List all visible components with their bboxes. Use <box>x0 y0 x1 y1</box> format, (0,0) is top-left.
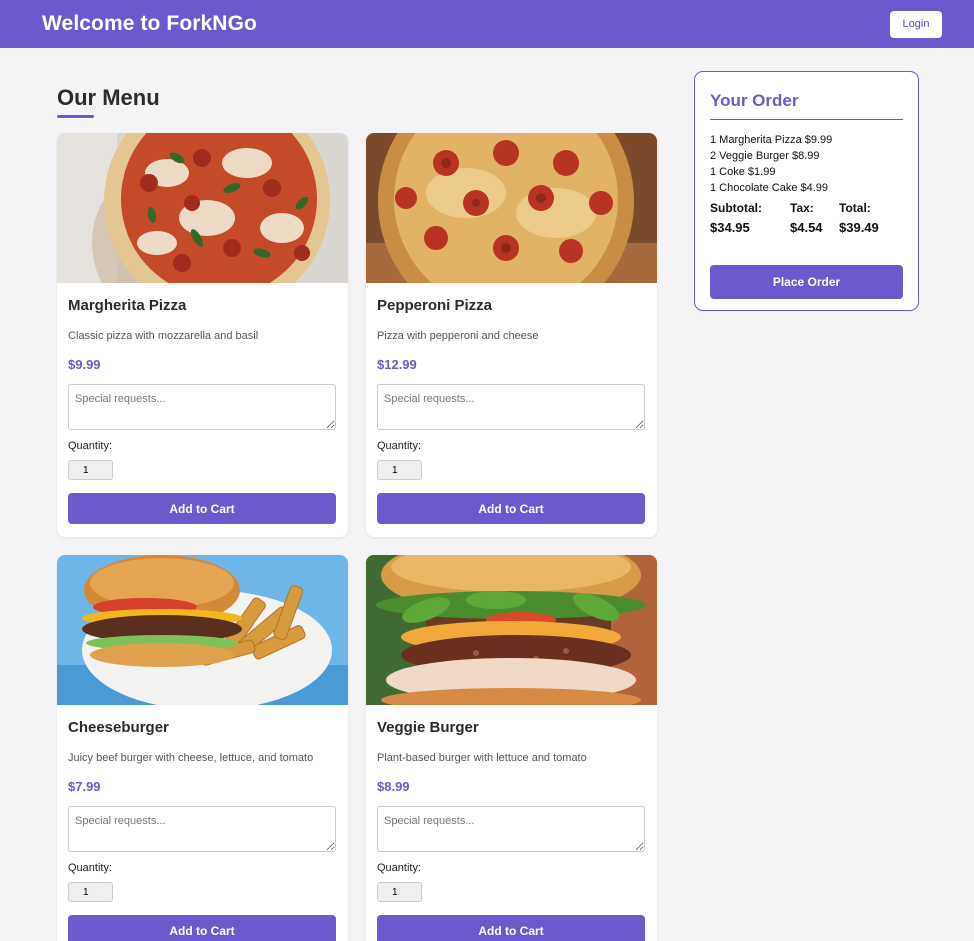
item-price: $12.99 <box>377 357 417 372</box>
quantity-input[interactable] <box>68 460 113 480</box>
menu-item-card: Pepperoni Pizza Pizza with pepperoni and… <box>366 133 657 537</box>
add-to-cart-button[interactable]: Add to Cart <box>68 493 336 524</box>
menu-item-card: Cheeseburger Juicy beef burger with chee… <box>57 555 348 941</box>
subtotal-block: Subtotal: $34.95 <box>710 198 790 238</box>
add-to-cart-button[interactable]: Add to Cart <box>377 915 645 941</box>
quantity-label: Quantity: <box>68 440 113 452</box>
menu-heading: Our Menu <box>57 85 160 110</box>
veggie-burger-image <box>366 555 657 705</box>
quantity-input[interactable] <box>377 882 422 902</box>
pepperoni-pizza-image <box>366 133 657 283</box>
site-title: Welcome to ForkNGo <box>42 12 257 35</box>
total-label: Total: <box>839 201 871 215</box>
order-summary-panel: Your Order 1 Margherita Pizza $9.99 2 Ve… <box>694 71 919 311</box>
menu-heading-underline <box>57 115 94 118</box>
item-name: Pepperoni Pizza <box>377 297 493 314</box>
tax-value: $4.54 <box>790 220 823 235</box>
special-requests-input[interactable] <box>68 384 336 430</box>
add-to-cart-button[interactable]: Add to Cart <box>377 493 645 524</box>
subtotal-value: $34.95 <box>710 220 750 235</box>
menu-item-card: Veggie Burger Plant-based burger with le… <box>366 555 657 941</box>
item-price: $7.99 <box>68 779 101 794</box>
item-price: $9.99 <box>68 357 101 372</box>
add-to-cart-button[interactable]: Add to Cart <box>68 915 336 941</box>
order-line: 1 Coke $1.99 <box>710 166 776 178</box>
margherita-pizza-image <box>57 133 348 283</box>
item-price: $8.99 <box>377 779 410 794</box>
order-divider <box>710 119 903 120</box>
total-value: $39.49 <box>839 220 879 235</box>
order-line: 2 Veggie Burger $8.99 <box>710 150 820 162</box>
special-requests-input[interactable] <box>377 806 645 852</box>
item-description: Classic pizza with mozzarella and basil <box>68 330 259 342</box>
item-name: Margherita Pizza <box>68 297 187 314</box>
cheeseburger-image <box>57 555 348 705</box>
total-block: Total: $39.49 <box>839 198 899 238</box>
tax-label: Tax: <box>790 201 814 215</box>
menu-item-card: Margherita Pizza Classic pizza with mozz… <box>57 133 348 537</box>
item-description: Plant-based burger with lettuce and toma… <box>377 752 587 764</box>
quantity-label: Quantity: <box>377 862 422 874</box>
subtotal-label: Subtotal: <box>710 201 762 215</box>
menu-grid: Margherita Pizza Classic pizza with mozz… <box>57 133 657 941</box>
quantity-input[interactable] <box>68 882 113 902</box>
item-description: Juicy beef burger with cheese, lettuce, … <box>68 752 314 764</box>
order-items-list: 1 Margherita Pizza $9.99 2 Veggie Burger… <box>710 132 903 196</box>
tax-block: Tax: $4.54 <box>790 198 839 238</box>
order-line: 1 Chocolate Cake $4.99 <box>710 182 829 194</box>
item-name: Cheeseburger <box>68 719 169 736</box>
item-description: Pizza with pepperoni and cheese <box>377 330 539 342</box>
login-button[interactable]: Login <box>890 10 942 38</box>
special-requests-input[interactable] <box>68 806 336 852</box>
order-line: 1 Margherita Pizza $9.99 <box>710 134 833 146</box>
quantity-label: Quantity: <box>68 862 113 874</box>
quantity-input[interactable] <box>377 460 422 480</box>
place-order-button[interactable]: Place Order <box>710 265 903 299</box>
order-totals: Subtotal: $34.95 Tax: $4.54 Total: $39.4… <box>710 198 903 238</box>
top-nav-bar: Welcome to ForkNGo Login <box>0 0 974 48</box>
item-name: Veggie Burger <box>377 719 479 736</box>
special-requests-input[interactable] <box>377 384 645 430</box>
quantity-label: Quantity: <box>377 440 422 452</box>
order-title: Your Order <box>710 91 799 110</box>
